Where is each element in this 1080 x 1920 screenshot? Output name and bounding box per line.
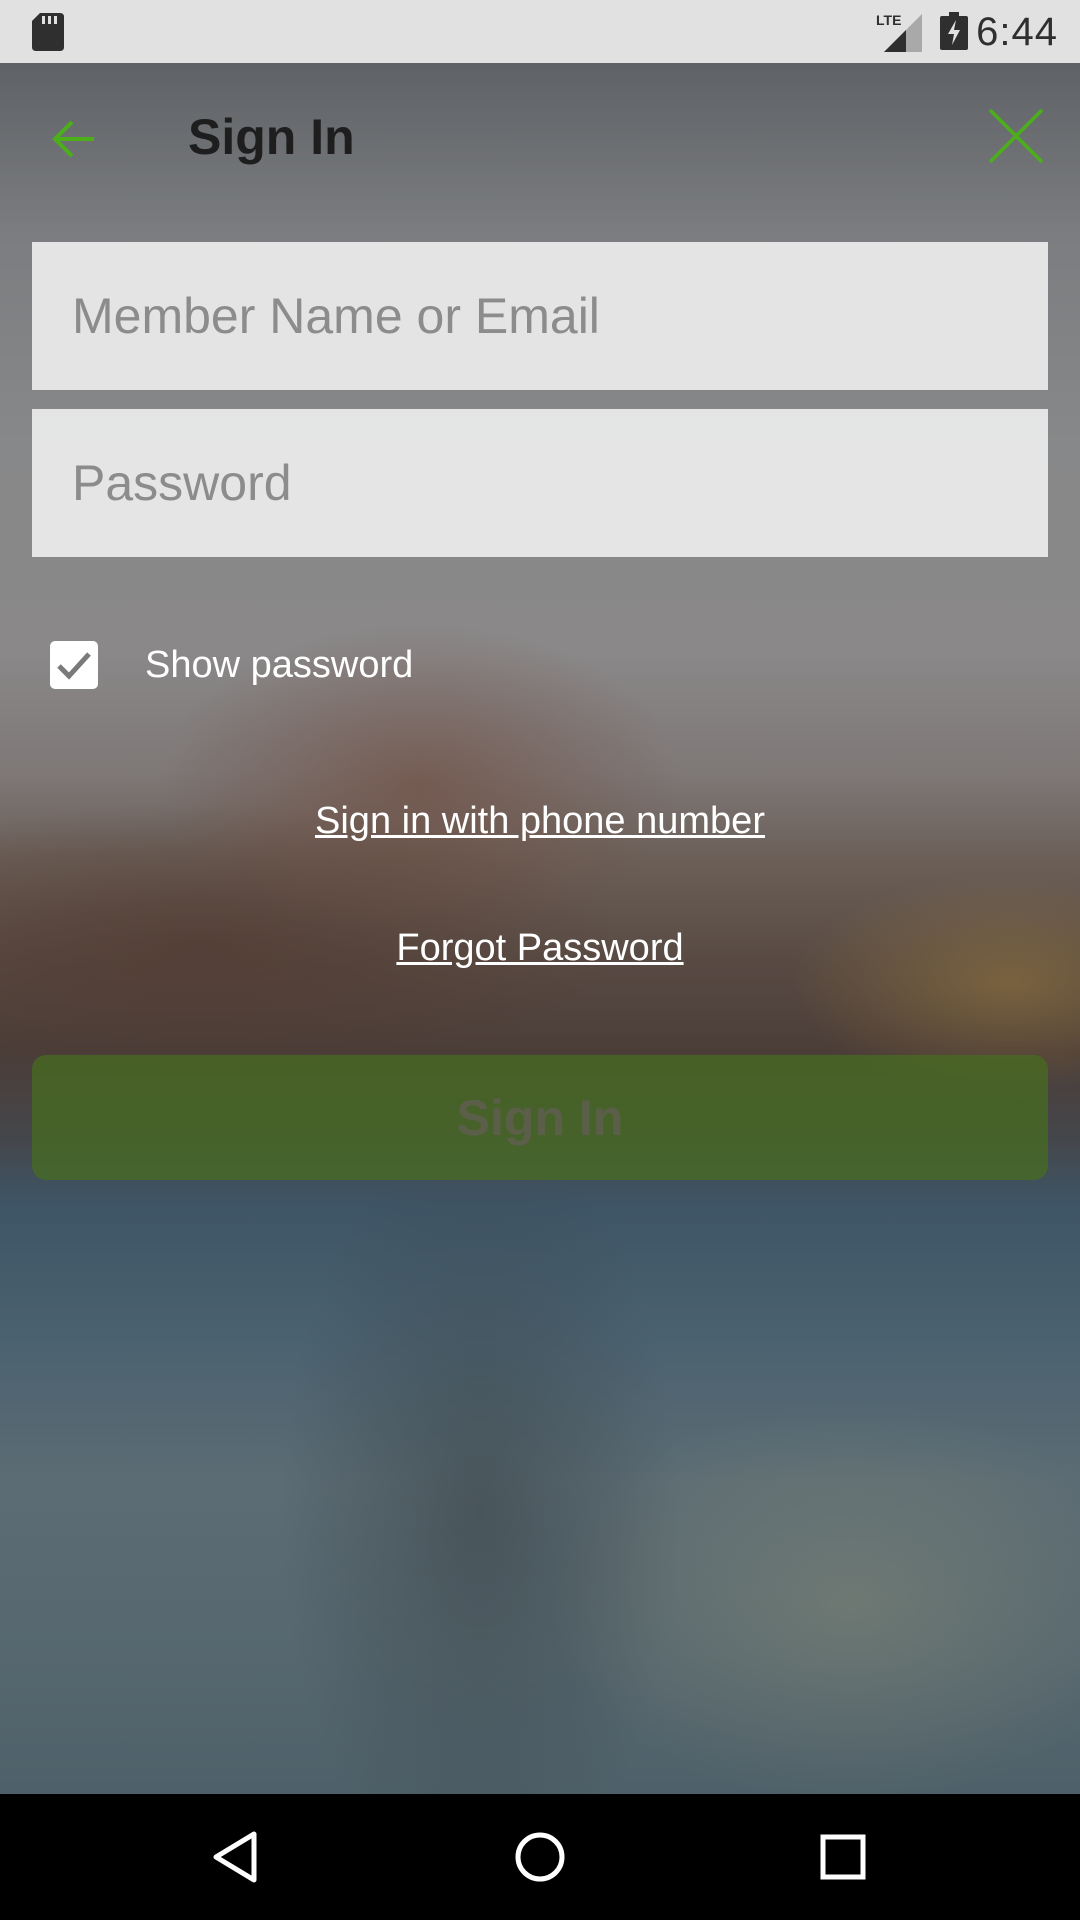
battery-charging-icon — [940, 12, 968, 50]
nav-home-icon[interactable] — [505, 1822, 575, 1892]
show-password-label[interactable]: Show password — [145, 643, 413, 687]
nav-recents-icon[interactable] — [808, 1822, 878, 1892]
nav-back-icon[interactable] — [202, 1822, 272, 1892]
sd-card-icon — [32, 13, 64, 51]
navigation-bar — [0, 1794, 1080, 1920]
sign-in-button[interactable]: Sign In — [32, 1055, 1048, 1180]
arrow-left-icon[interactable] — [50, 115, 98, 163]
lte-text: LTE — [876, 12, 901, 28]
checkmark-icon — [57, 652, 91, 680]
sign-in-screen: Sign In Show password Sign in with phone… — [0, 63, 1080, 1794]
page-title: Sign In — [188, 109, 355, 165]
lte-signal-icon: LTE — [876, 12, 922, 52]
member-name-email-field[interactable] — [32, 242, 1048, 390]
password-field[interactable] — [32, 409, 1048, 557]
show-password-checkbox[interactable] — [50, 641, 98, 689]
status-bar: LTE 6:44 — [0, 0, 1080, 63]
forgot-password-link[interactable]: Forgot Password — [0, 925, 1080, 971]
status-clock: 6:44 — [976, 10, 1058, 54]
sign-in-with-phone-link[interactable]: Sign in with phone number — [0, 798, 1080, 844]
close-icon[interactable] — [988, 108, 1044, 164]
